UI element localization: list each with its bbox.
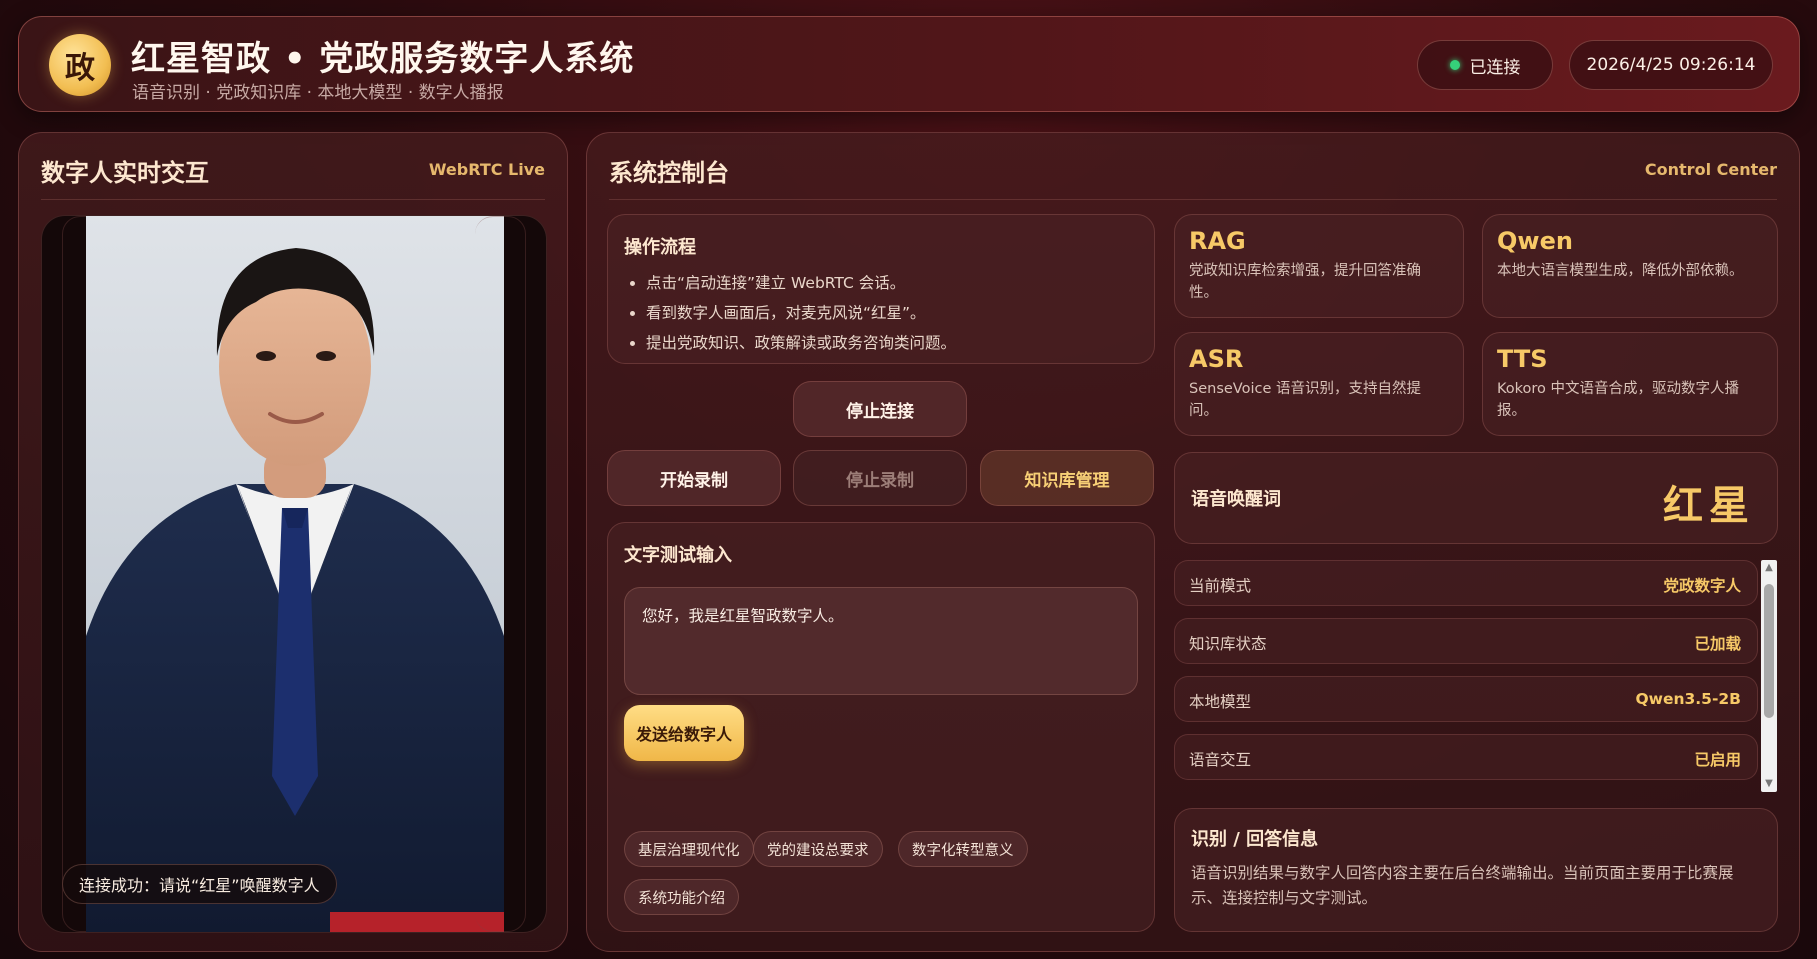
scroll-down-icon[interactable]: ▼ bbox=[1761, 776, 1777, 792]
status-value: 已加载 bbox=[1694, 635, 1741, 653]
workflow-title: 操作流程 bbox=[624, 237, 696, 258]
feature-card-asr: ASR SenseVoice 语音识别，支持自然提问。 bbox=[1174, 332, 1464, 436]
panel-title: 数字人实时交互 bbox=[41, 159, 209, 187]
status-key: 知识库状态 bbox=[1189, 635, 1267, 653]
app-subtitle: 语音识别 · 党政知识库 · 本地大模型 · 数字人播报 bbox=[132, 83, 504, 103]
text-test-input[interactable]: 您好，我是红星智政数字人。 bbox=[624, 587, 1138, 695]
status-list[interactable]: 当前模式 党政数字人 知识库状态 已加载 本地模型 Qwen3.5-2B 语音交… bbox=[1174, 560, 1760, 795]
wake-word-label: 语音唤醒词 bbox=[1191, 489, 1281, 510]
app-logo: 政 bbox=[49, 34, 111, 96]
quick-question-chip[interactable]: 基层治理现代化 bbox=[624, 831, 754, 867]
feature-desc: 党政知识库检索增强，提升回答准确性。 bbox=[1189, 263, 1421, 301]
workflow-step: 看到数字人画面后，对麦克风说“红星”。 bbox=[646, 301, 956, 323]
wake-word-card: 语音唤醒词 红星 bbox=[1174, 452, 1778, 544]
wake-word-value: 红星 bbox=[1663, 483, 1755, 529]
quick-question-chip[interactable]: 数字化转型意义 bbox=[898, 831, 1028, 867]
text-test-card: 文字测试输入 您好，我是红星智政数字人。 发送给数字人 基层治理现代化 党的建设… bbox=[607, 522, 1155, 932]
divider bbox=[609, 199, 1777, 200]
datetime-badge: 2026/4/25 09:26:14 bbox=[1569, 40, 1773, 90]
status-row: 语音交互 已启用 bbox=[1174, 734, 1758, 780]
app-header: 政 红星智政 • 党政服务数字人系统 语音识别 · 党政知识库 · 本地大模型 … bbox=[18, 16, 1800, 112]
status-row: 当前模式 党政数字人 bbox=[1174, 560, 1758, 606]
workflow-step: 提出党政知识、政策解读或政务咨询类问题。 bbox=[646, 331, 956, 353]
divider bbox=[41, 199, 545, 200]
status-scrollbar[interactable]: ▲ ▼ bbox=[1761, 560, 1777, 792]
feature-desc: Kokoro 中文语音合成，驱动数字人播报。 bbox=[1497, 381, 1740, 419]
feature-name: Qwen bbox=[1497, 227, 1573, 255]
feature-name: ASR bbox=[1189, 345, 1244, 373]
feature-name: RAG bbox=[1189, 227, 1246, 255]
connection-status-text: 已连接 bbox=[1469, 57, 1521, 78]
status-key: 当前模式 bbox=[1189, 577, 1252, 595]
status-row: 本地模型 Qwen3.5-2B bbox=[1174, 676, 1758, 722]
text-test-title: 文字测试输入 bbox=[624, 545, 732, 566]
stop-connect-button[interactable]: 停止连接 bbox=[793, 381, 967, 437]
status-key: 本地模型 bbox=[1189, 693, 1252, 711]
send-to-digital-human-button[interactable]: 发送给数字人 bbox=[624, 705, 744, 761]
workflow-card: 操作流程 点击“启动连接”建立 WebRTC 会话。 看到数字人画面后，对麦克风… bbox=[607, 214, 1155, 364]
feature-card-tts: TTS Kokoro 中文语音合成，驱动数字人播报。 bbox=[1482, 332, 1778, 436]
status-row: 知识库状态 已加载 bbox=[1174, 618, 1758, 664]
connection-toast: 连接成功：请说“红星”唤醒数字人 bbox=[62, 864, 337, 904]
feature-card-qwen: Qwen 本地大语言模型生成，降低外部依赖。 bbox=[1482, 214, 1778, 318]
panel-tag: WebRTC Live bbox=[428, 160, 545, 179]
status-dot-icon bbox=[1449, 60, 1460, 70]
status-value: 党政数字人 bbox=[1663, 577, 1741, 595]
info-card: 识别 / 回答信息 语音识别结果与数字人回答内容主要在后台终端输出。当前页面主要… bbox=[1174, 808, 1778, 932]
digital-human-panel: 数字人实时交互 WebRTC Live 连接成功：请说“红星”唤醒数字人 bbox=[18, 132, 568, 952]
feature-desc: 本地大语言模型生成，降低外部依赖。 bbox=[1497, 263, 1744, 279]
quick-question-chip[interactable]: 党的建设总要求 bbox=[753, 831, 883, 867]
workflow-step: 点击“启动连接”建立 WebRTC 会话。 bbox=[646, 271, 956, 293]
status-key: 语音交互 bbox=[1189, 751, 1252, 769]
panel-title: 系统控制台 bbox=[609, 159, 729, 187]
status-value: Qwen3.5-2B bbox=[1635, 690, 1741, 708]
info-text: 语音识别结果与数字人回答内容主要在后台终端输出。当前页面主要用于比赛展示、连接控… bbox=[1191, 864, 1734, 907]
video-stream[interactable]: 连接成功：请说“红星”唤醒数字人 bbox=[41, 215, 547, 933]
workflow-steps: 点击“启动连接”建立 WebRTC 会话。 看到数字人画面后，对麦克风说“红星”… bbox=[646, 271, 956, 361]
feature-name: TTS bbox=[1497, 345, 1548, 373]
digital-human-video bbox=[86, 216, 504, 932]
kb-manage-button[interactable]: 知识库管理 bbox=[980, 450, 1154, 506]
start-record-button[interactable]: 开始录制 bbox=[607, 450, 781, 506]
quick-question-chip[interactable]: 系统功能介绍 bbox=[624, 879, 739, 915]
digital-human-avatar-icon bbox=[86, 248, 504, 932]
info-title: 识别 / 回答信息 bbox=[1191, 829, 1319, 850]
app-title: 红星智政 • 党政服务数字人系统 bbox=[131, 39, 635, 79]
feature-desc: SenseVoice 语音识别，支持自然提问。 bbox=[1189, 381, 1421, 419]
feature-card-rag: RAG 党政知识库检索增强，提升回答准确性。 bbox=[1174, 214, 1464, 318]
connection-status-badge: 已连接 bbox=[1417, 40, 1553, 90]
stop-record-button[interactable]: 停止录制 bbox=[793, 450, 967, 506]
panel-tag: Control Center bbox=[1644, 160, 1777, 179]
scroll-thumb[interactable] bbox=[1764, 584, 1774, 718]
scroll-up-icon[interactable]: ▲ bbox=[1761, 560, 1777, 576]
status-value: 已启用 bbox=[1694, 751, 1741, 769]
